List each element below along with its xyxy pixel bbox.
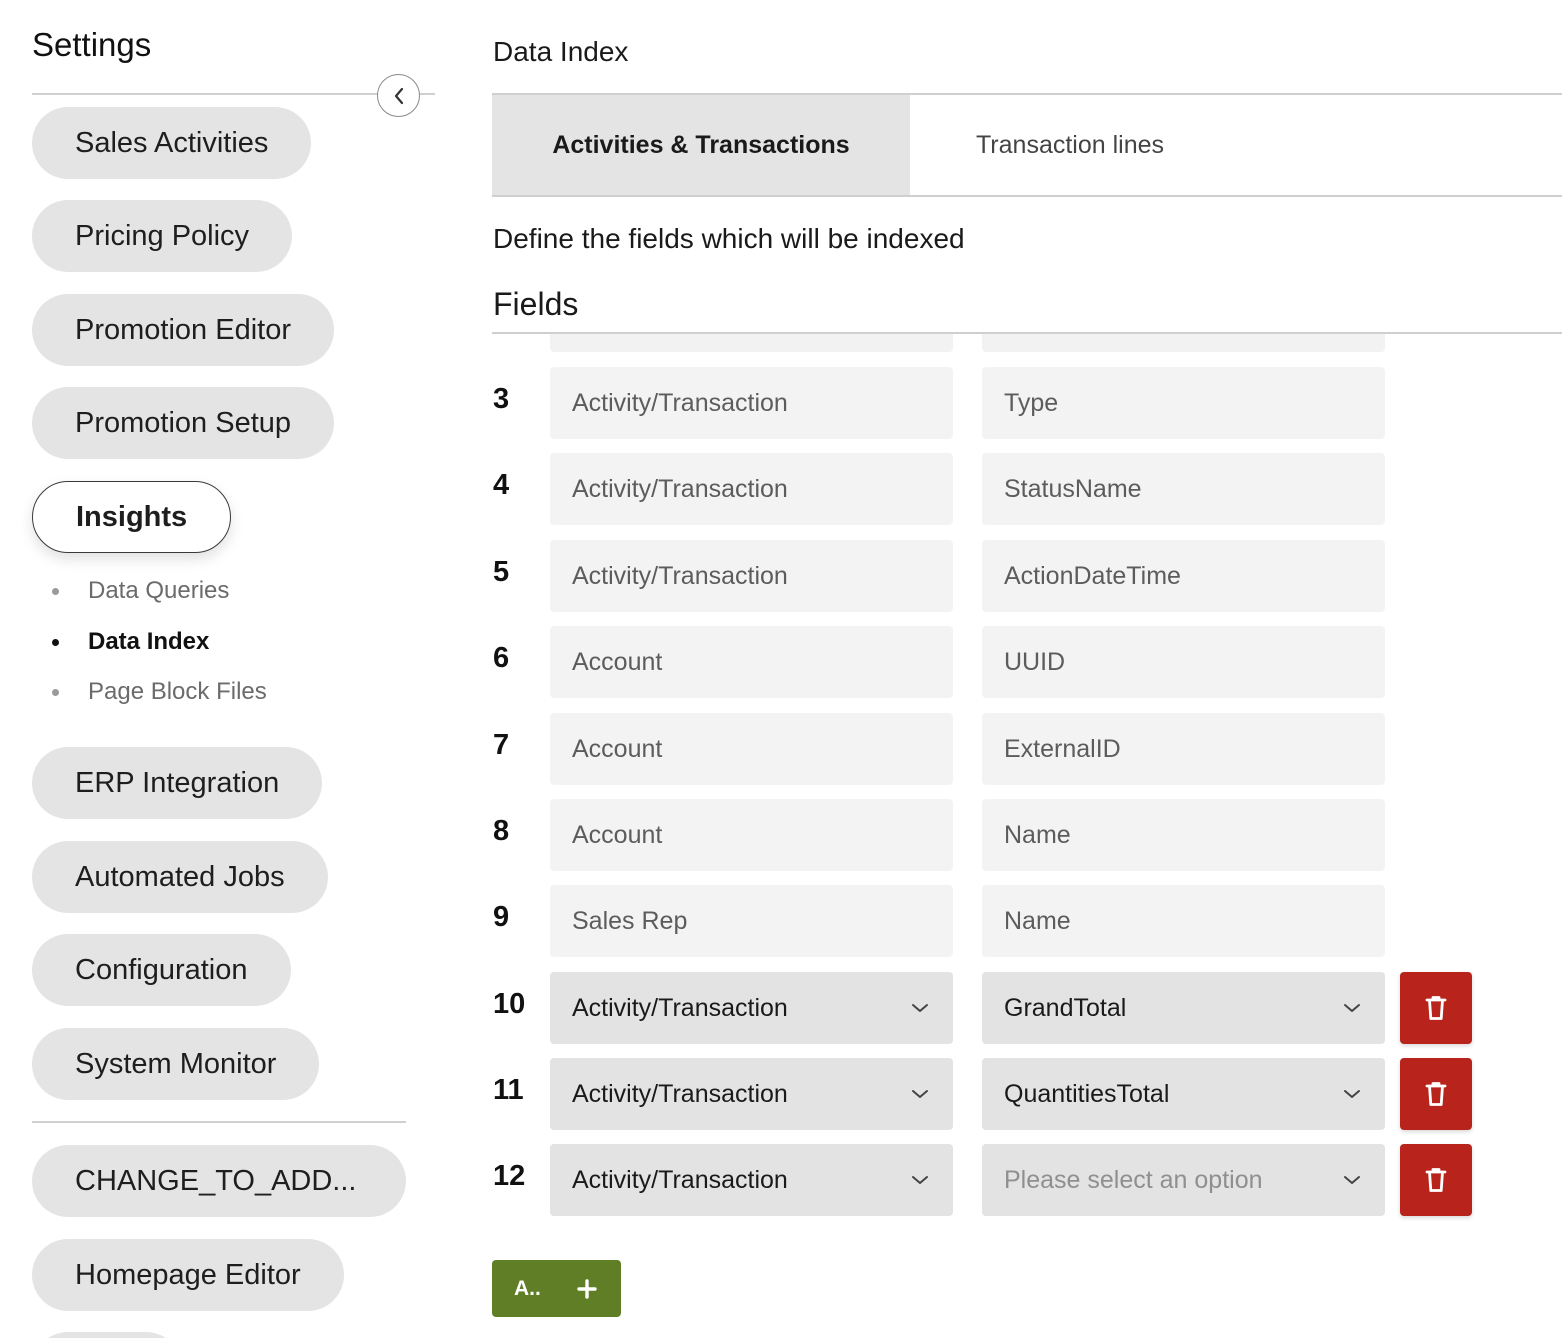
tab-activities-transactions[interactable]: Activities & Transactions [492,95,910,195]
trash-icon [1425,1168,1447,1192]
fields-heading: Fields [493,286,579,322]
resource-field: Sales Rep [550,885,953,957]
field-select-value: GrandTotal [1004,993,1127,1022]
resource-field: Account [550,713,953,785]
row-number: 8 [493,815,510,847]
trash-icon [1425,1082,1447,1106]
field-name: StatusName [982,453,1385,525]
sidebar-item-configuration[interactable]: Configuration [32,934,291,1006]
row-number: 10 [493,988,526,1020]
sidebar-subitem-page-block-files[interactable]: Page Block Files [52,678,267,706]
field-name: ExternalID [982,713,1385,785]
sidebar-item-change-to-add[interactable]: CHANGE_TO_ADD... [32,1145,406,1217]
field-name: Name [982,799,1385,871]
row-number: 9 [493,901,510,933]
sidebar-subitem-label: Data Queries [88,577,230,604]
field-name: UUID [982,626,1385,698]
page-description: Define the fields which will be indexed [493,223,965,254]
trash-icon [1425,996,1447,1020]
sidebar-item-promotion-setup[interactable]: Promotion Setup [32,387,335,459]
sidebar-item-sales-activities[interactable]: Sales Activities [32,107,312,179]
field-select[interactable]: Please select an option [982,1144,1385,1216]
sidebar-item-homepage-editor[interactable]: Homepage Editor [32,1239,344,1311]
resource-field: Activity/Transaction [550,540,953,612]
resource-select[interactable]: Activity/Transaction [550,1058,953,1130]
row-number: 7 [493,729,510,761]
resource-select-value: Activity/Transaction [572,1165,788,1194]
sidebar-item-system-monitor[interactable]: System Monitor [32,1028,320,1100]
resource-field: Account [550,799,953,871]
delete-row-button[interactable] [1400,972,1472,1044]
resource-field: Activity/Transaction [550,367,953,439]
sidebar-subitem-label: Data Index [88,628,210,655]
sidebar-item-insights[interactable]: Insights [32,481,232,553]
row-number: 4 [493,469,510,501]
resource-field: Activity/Transaction [550,453,953,525]
sidebar: Settings Sales Activities Pricing Policy… [0,0,440,1338]
resource-select[interactable]: Activity/Transaction [550,972,953,1044]
field-box-partial [550,334,953,352]
field-box-partial [982,334,1385,352]
sidebar-divider [32,1121,406,1123]
sidebar-item-partial[interactable] [32,1332,182,1338]
resource-select-value: Activity/Transaction [572,1079,788,1108]
bullet-icon [52,587,59,595]
chevron-down-icon [1341,1083,1363,1105]
add-field-button-label: A.. [514,1276,541,1300]
field-select[interactable]: GrandTotal [982,972,1385,1044]
sidebar-item-promotion-editor[interactable]: Promotion Editor [32,294,334,366]
field-name: ActionDateTime [982,540,1385,612]
tab-transaction-lines[interactable]: Transaction lines [910,95,1230,195]
resource-field: Account [550,626,953,698]
chevron-down-icon [1341,997,1363,1019]
row-number: 3 [493,383,510,415]
chevron-down-icon [909,997,931,1019]
field-name: Type [982,367,1385,439]
tab-bar: Activities & Transactions Transaction li… [492,93,1562,197]
sidebar-subitem-data-index[interactable]: Data Index [52,628,209,656]
field-name: Name [982,885,1385,957]
chevron-down-icon [909,1169,931,1191]
chevron-down-icon [1341,1169,1363,1191]
collapse-sidebar-button[interactable] [377,74,420,117]
field-select-placeholder: Please select an option [1004,1165,1263,1194]
sidebar-subitem-label: Page Block Files [88,678,267,705]
row-number: 6 [493,642,510,674]
field-select[interactable]: QuantitiesTotal [982,1058,1385,1130]
field-select-value: QuantitiesTotal [1004,1079,1170,1108]
bullet-icon [52,638,59,646]
delete-row-button[interactable] [1400,1058,1472,1130]
sidebar-subitem-data-queries[interactable]: Data Queries [52,577,229,605]
sidebar-title: Settings [32,26,152,63]
chevron-down-icon [909,1083,931,1105]
page-title: Data Index [493,36,629,67]
main-content: Data Index Activities & Transactions Tra… [492,0,1562,1338]
sidebar-item-pricing-policy[interactable]: Pricing Policy [32,200,293,272]
row-number: 12 [493,1160,526,1192]
sidebar-divider [32,93,435,95]
resource-select-value: Activity/Transaction [572,993,788,1022]
sidebar-item-automated-jobs[interactable]: Automated Jobs [32,841,328,913]
add-field-button[interactable]: A.. [492,1260,621,1317]
resource-select[interactable]: Activity/Transaction [550,1144,953,1216]
chevron-left-icon [394,87,403,104]
delete-row-button[interactable] [1400,1144,1472,1216]
sidebar-item-erp-integration[interactable]: ERP Integration [32,747,323,819]
plus-icon [577,1278,597,1299]
bullet-icon [52,688,59,696]
row-number: 11 [493,1074,524,1106]
row-number: 5 [493,556,510,588]
